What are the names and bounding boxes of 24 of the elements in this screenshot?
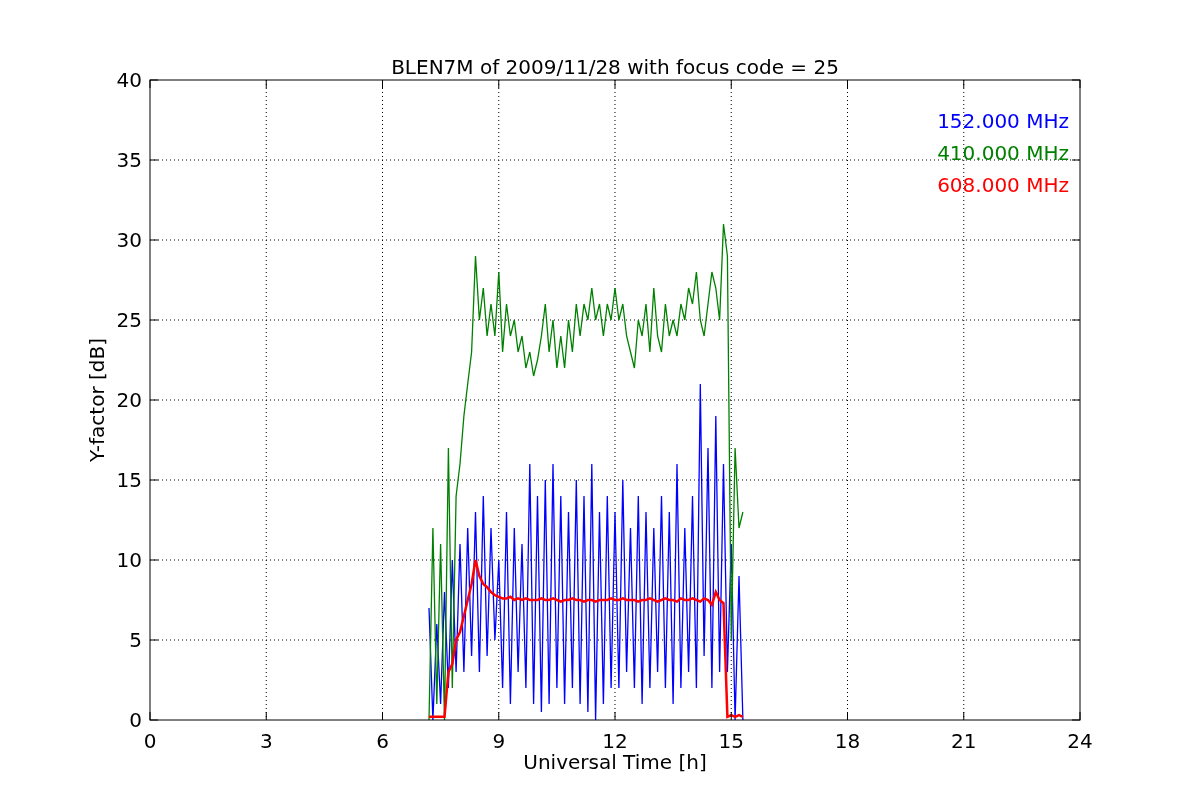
axis-title: Y-factor [dB] [85,338,109,462]
tick-label: 9 [492,729,506,753]
tick-label: 15 [718,729,744,753]
tick-label: 40 [116,68,142,92]
tick-label: 5 [129,628,142,652]
legend-label: 152.000 MHz [937,109,1069,133]
tick-label: 25 [116,308,142,332]
tick-label: 18 [834,729,861,753]
tick-label: 3 [259,729,273,753]
tick-label: 0 [143,729,157,753]
tick-label: 20 [116,388,142,412]
tick-label: 15 [116,468,142,492]
tick-label: 10 [116,548,142,572]
chart-title: BLEN7M of 2009/11/28 with focus code = 25 [391,55,839,79]
legend-label: 608.000 MHz [937,173,1069,197]
tick-label: 24 [1067,729,1093,753]
axis-title: Universal Time [h] [523,750,707,774]
tick-label: 6 [376,729,389,753]
tick-label: 30 [116,228,142,252]
tick-label: 21 [951,729,977,753]
legend-label: 410.000 MHz [937,141,1069,165]
tick-label: 0 [129,708,142,732]
tick-label: 35 [116,148,142,172]
tick-label: 12 [602,729,628,753]
